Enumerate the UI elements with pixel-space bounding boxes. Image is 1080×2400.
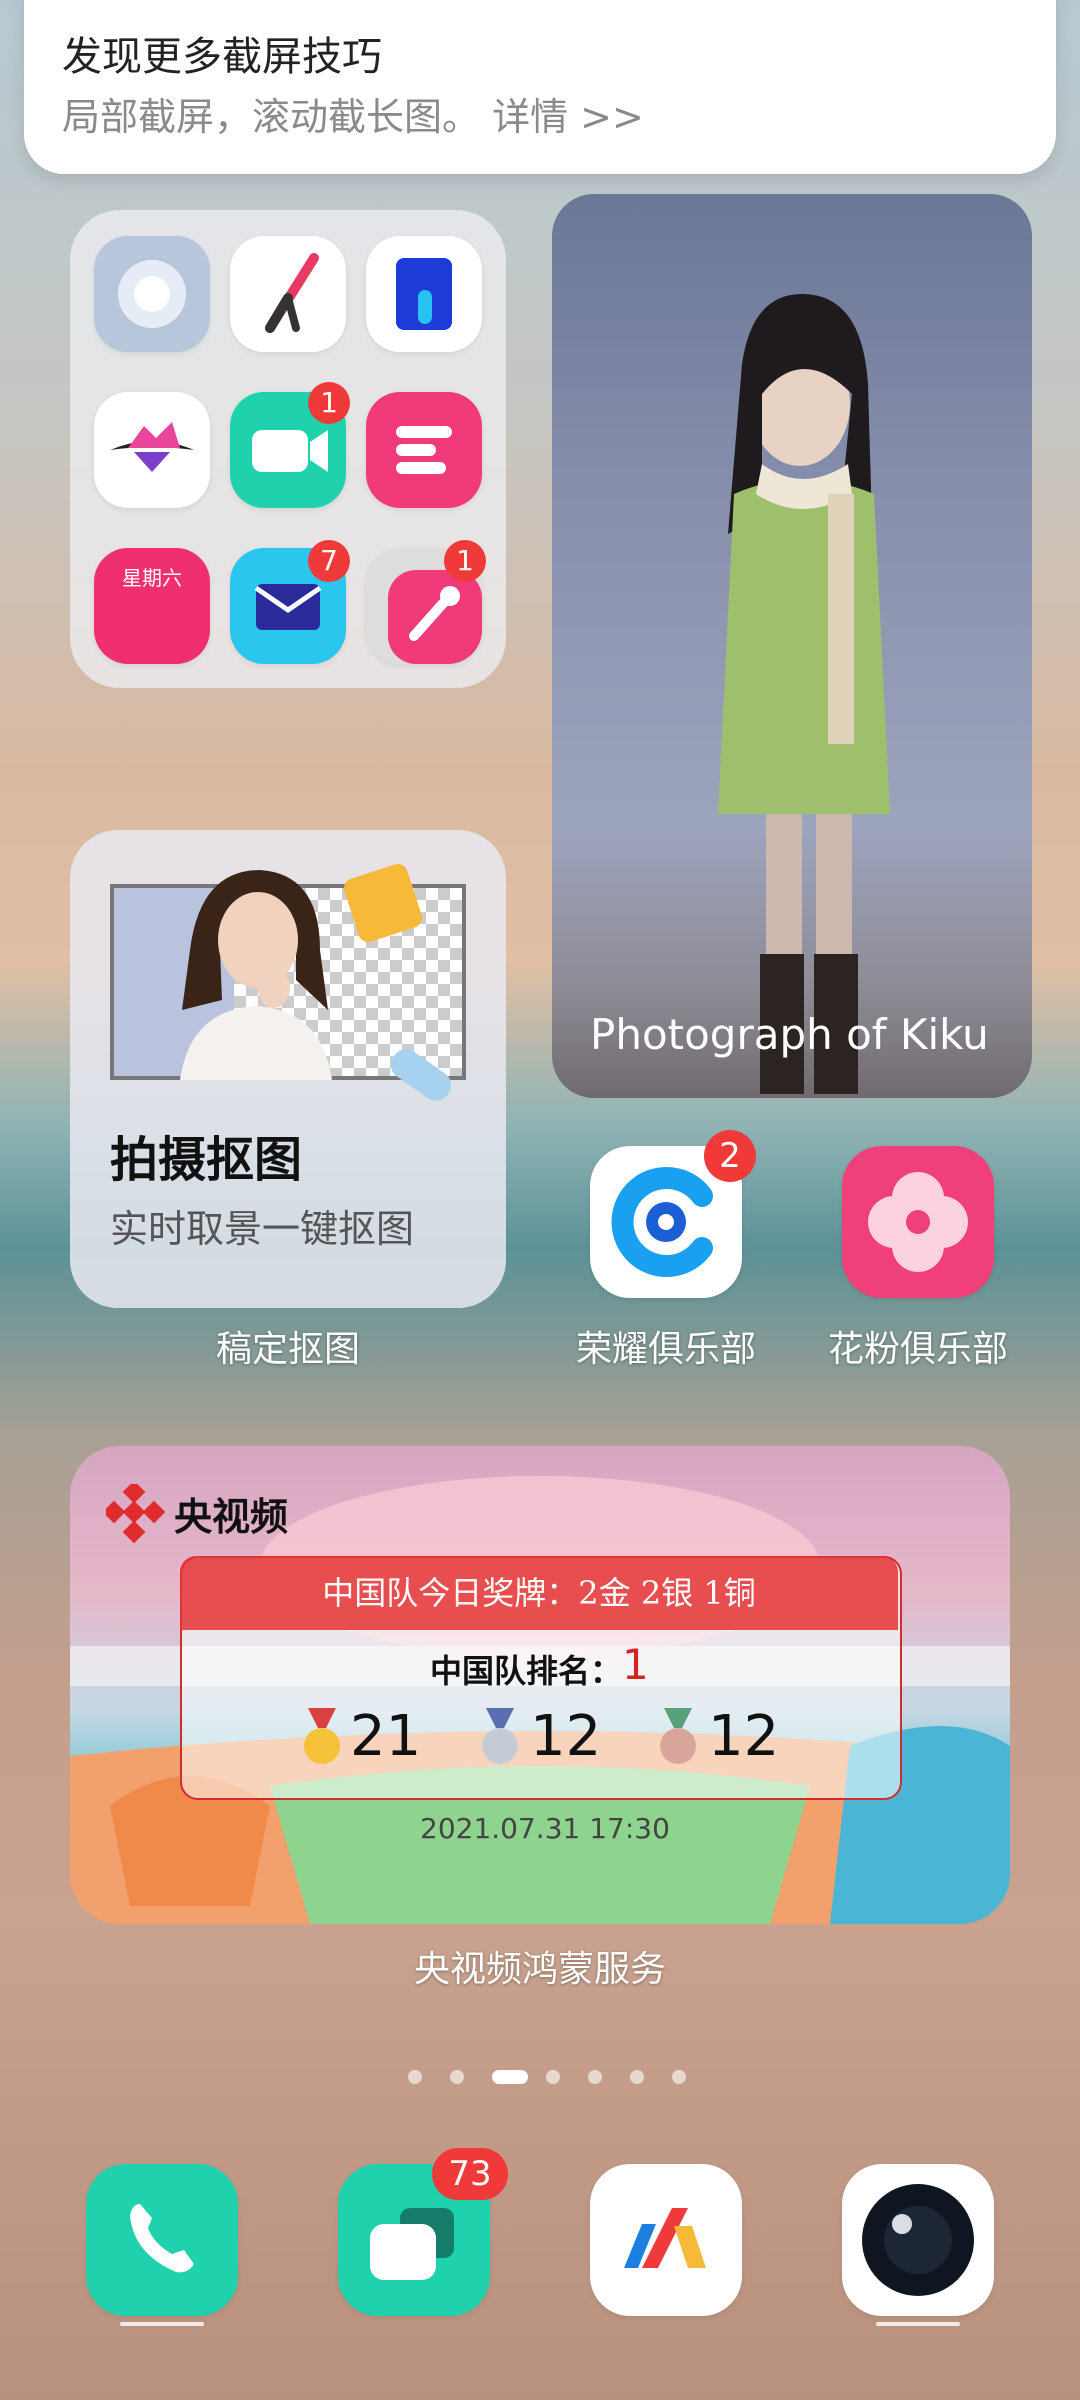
calendar-app-icon[interactable]: 星期六	[94, 548, 210, 664]
cutout-subtitle: 实时取景一键抠图	[110, 1207, 415, 1251]
huafen-club-label: 花粉俱乐部	[827, 1329, 1008, 1370]
photo-widget[interactable]	[552, 194, 1032, 1098]
page-dot[interactable]	[588, 2070, 602, 2084]
cctv-logo-text: 央视频	[174, 1495, 289, 1539]
gold-count: 21	[350, 1704, 422, 1769]
camera-app-icon[interactable]	[842, 2164, 994, 2316]
calendar-weekday: 星期六	[122, 566, 182, 590]
notification-title: 发现更多截屏技巧	[62, 34, 382, 80]
photo-caption: Photograph of Kiku	[590, 1010, 989, 1059]
today-medals: 中国队今日奖牌：2金 2银 1铜	[180, 1556, 898, 1630]
cutout-title: 拍摄抠图	[110, 1132, 303, 1188]
gold-medal-icon	[300, 1708, 344, 1772]
camera-underline	[876, 2322, 960, 2326]
video-app-icon[interactable]	[590, 2164, 742, 2316]
silver-count: 12	[530, 1704, 602, 1769]
girl-image	[180, 864, 452, 1101]
app-folder[interactable]: 1 星期六 7 1	[70, 210, 506, 688]
notification-subtitle[interactable]: 局部截屏，滚动截长图。 详情 >>	[62, 86, 644, 141]
update-timestamp: 2021.07.31 17:30	[420, 1812, 670, 1845]
page-dot[interactable]	[630, 2070, 644, 2084]
page-dot[interactable]	[672, 2070, 686, 2084]
page-indicator[interactable]	[0, 2062, 1080, 2096]
page-dot[interactable]	[450, 2070, 464, 2084]
mail-badge: 7	[308, 540, 350, 582]
cctv-logo-icon	[102, 1480, 166, 1548]
page-dot-active[interactable]	[492, 2070, 528, 2084]
settings-app-icon[interactable]	[94, 236, 210, 352]
island-app-icon[interactable]	[94, 392, 210, 508]
bronze-medal-icon	[656, 1708, 700, 1772]
theme-badge: 1	[444, 540, 486, 582]
honor-club-badge: 2	[704, 1130, 756, 1182]
page-dot[interactable]	[408, 2070, 422, 2084]
phone-underline	[120, 2322, 204, 2326]
rank-value: 1	[622, 1640, 649, 1689]
rank-label: 中国队排名：	[430, 1652, 623, 1690]
honor-club-label: 荣耀俱乐部	[575, 1329, 756, 1370]
messages-badge: 73	[432, 2148, 508, 2200]
page-dot[interactable]	[546, 2070, 560, 2084]
pen-app-icon[interactable]	[230, 236, 346, 352]
cctv-label: 央视频鸿蒙服务	[413, 1949, 666, 1990]
huafen-club-app-icon[interactable]	[842, 1146, 994, 1298]
silver-medal-icon	[478, 1708, 522, 1772]
video-call-badge: 1	[308, 382, 350, 424]
notes-app-icon[interactable]	[366, 236, 482, 352]
list-app-icon[interactable]	[366, 392, 482, 508]
photo-image	[718, 294, 890, 1094]
phone-app-icon[interactable]	[86, 2164, 238, 2316]
bronze-count: 12	[708, 1704, 780, 1769]
cutout-label: 稿定抠图	[215, 1329, 360, 1370]
